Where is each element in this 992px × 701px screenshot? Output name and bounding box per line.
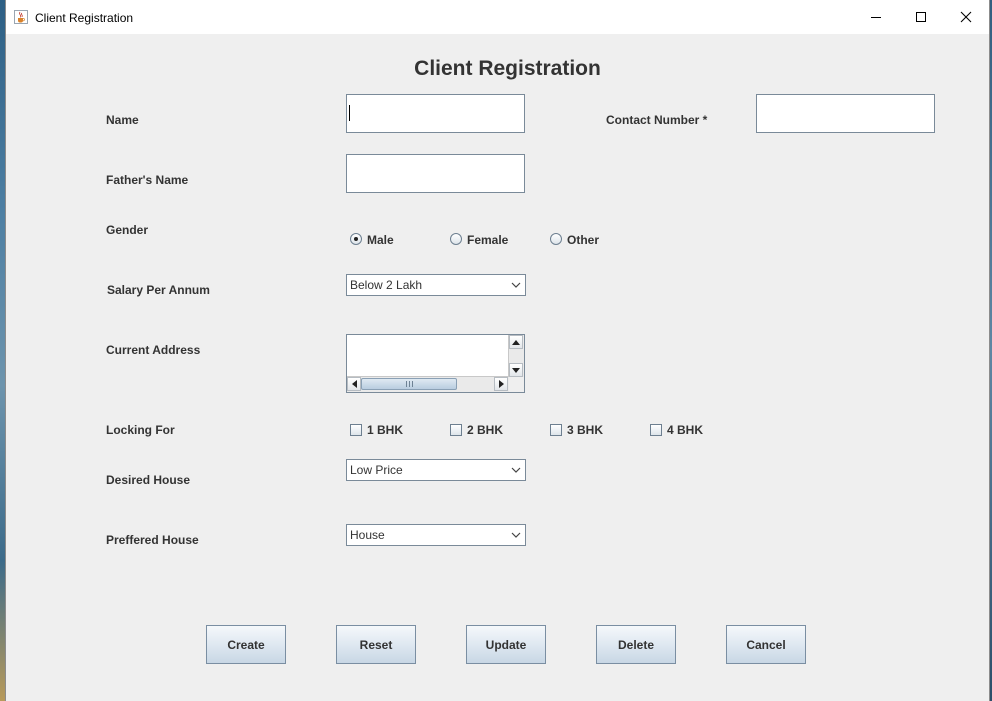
chevron-down-icon: [508, 461, 524, 479]
checkbox-4bhk-label[interactable]: 4 BHK: [667, 423, 703, 437]
scroll-down-button[interactable]: [509, 363, 523, 377]
checkbox-2bhk-label[interactable]: 2 BHK: [467, 423, 503, 437]
salary-select[interactable]: Below 2 Lakh: [346, 274, 526, 296]
scroll-up-button[interactable]: [509, 335, 523, 349]
close-button[interactable]: [943, 0, 989, 34]
scroll-right-button[interactable]: [494, 377, 508, 391]
contact-number-label: Contact Number *: [606, 113, 708, 127]
close-icon: [960, 11, 972, 23]
contact-number-field[interactable]: [756, 94, 935, 133]
preferred-house-label: Preffered House: [106, 533, 199, 547]
father-name-field[interactable]: [346, 154, 525, 193]
create-button[interactable]: Create: [206, 625, 286, 664]
scroll-corner: [509, 377, 524, 392]
triangle-left-icon: [351, 380, 357, 388]
salary-label: Salary Per Annum: [107, 283, 210, 297]
gender-other-label[interactable]: Other: [567, 233, 599, 247]
update-button[interactable]: Update: [466, 625, 546, 664]
name-field[interactable]: [346, 94, 525, 133]
title-bar[interactable]: Client Registration: [6, 0, 989, 34]
checkbox-4bhk[interactable]: [650, 424, 662, 436]
window-title: Client Registration: [35, 11, 134, 25]
address-label: Current Address: [106, 343, 201, 357]
horizontal-scrollbar[interactable]: [347, 376, 509, 392]
looking-for-label: Locking For: [106, 423, 175, 437]
triangle-right-icon: [498, 380, 504, 388]
gender-male-radio[interactable]: [350, 233, 362, 245]
java-cup-icon: [14, 10, 28, 24]
radio-selected-dot: [354, 237, 358, 241]
scroll-thumb[interactable]: [361, 378, 457, 390]
gender-female-radio[interactable]: [450, 233, 462, 245]
checkbox-1bhk[interactable]: [350, 424, 362, 436]
maximize-button[interactable]: [898, 0, 944, 34]
salary-selected-value: Below 2 Lakh: [350, 278, 423, 292]
address-textarea[interactable]: [346, 334, 525, 393]
text-caret: [349, 105, 350, 121]
cancel-button[interactable]: Cancel: [726, 625, 806, 664]
desired-house-select[interactable]: Low Price: [346, 459, 526, 481]
desired-house-label: Desired House: [106, 473, 191, 487]
gender-other-radio[interactable]: [550, 233, 562, 245]
form-heading: Client Registration: [414, 57, 601, 80]
checkbox-2bhk[interactable]: [450, 424, 462, 436]
father-name-label: Father's Name: [106, 173, 189, 187]
maximize-icon: [916, 12, 926, 22]
reset-button[interactable]: Reset: [336, 625, 416, 664]
checkbox-3bhk-label[interactable]: 3 BHK: [567, 423, 603, 437]
preferred-house-select[interactable]: House: [346, 524, 526, 546]
minimize-icon: [871, 17, 881, 18]
vertical-scrollbar[interactable]: [508, 335, 524, 378]
checkbox-3bhk[interactable]: [550, 424, 562, 436]
triangle-down-icon: [512, 367, 520, 373]
minimize-button[interactable]: [853, 0, 899, 34]
name-label: Name: [106, 113, 139, 127]
gender-label: Gender: [106, 223, 149, 237]
chevron-down-icon: [508, 526, 524, 544]
chevron-down-icon: [508, 276, 524, 294]
triangle-up-icon: [512, 339, 520, 345]
scroll-left-button[interactable]: [347, 377, 361, 391]
delete-button[interactable]: Delete: [596, 625, 676, 664]
client-registration-window: Client Registration Client Registration …: [5, 0, 990, 701]
gender-female-label[interactable]: Female: [467, 233, 508, 247]
gender-male-label[interactable]: Male: [367, 233, 394, 247]
checkbox-1bhk-label[interactable]: 1 BHK: [367, 423, 403, 437]
desired-house-selected-value: Low Price: [350, 463, 403, 477]
preferred-house-selected-value: House: [350, 528, 385, 542]
